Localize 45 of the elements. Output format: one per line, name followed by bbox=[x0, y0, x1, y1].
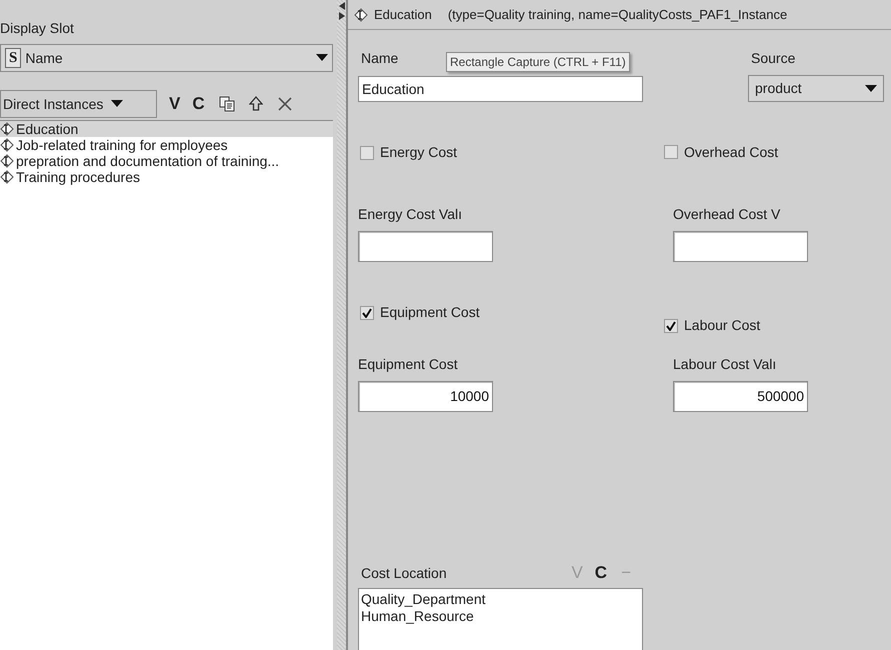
checkbox-label: Equipment Cost bbox=[380, 303, 480, 322]
instances-dropdown[interactable]: Direct Instances bbox=[0, 90, 157, 118]
name-field[interactable]: Education bbox=[358, 76, 643, 102]
checkbox[interactable] bbox=[360, 146, 374, 160]
instance-details: (type=Quality training, name=QualityCosts_PAF1_Instance bbox=[448, 6, 788, 24]
list-item[interactable]: Human_Resource bbox=[361, 608, 640, 625]
instance-icon bbox=[0, 154, 14, 168]
instance-icon bbox=[354, 8, 368, 22]
input-field[interactable]: 500000 bbox=[673, 381, 808, 412]
source-dropdown[interactable]: product bbox=[748, 75, 884, 102]
slot-value: Name bbox=[25, 48, 64, 68]
field-label: Cost Location bbox=[360, 564, 448, 582]
slot-dropdown[interactable]: S Name bbox=[0, 44, 333, 72]
tooltip: Rectangle Capture (CTRL + F11) bbox=[446, 52, 630, 72]
checkbox-label: Energy Cost bbox=[380, 143, 458, 162]
caret-icon bbox=[316, 54, 328, 62]
instance-title: Education bbox=[374, 6, 432, 24]
field-label: Source bbox=[750, 49, 796, 68]
create-button[interactable]: C bbox=[594, 560, 608, 586]
view-button[interactable]: V bbox=[169, 91, 180, 117]
delete-icon[interactable] bbox=[276, 96, 293, 112]
field-label: Name bbox=[361, 49, 398, 68]
field-label: Energy Cost Valı bbox=[358, 205, 464, 224]
caret-icon bbox=[111, 100, 124, 108]
create-button[interactable]: C bbox=[192, 91, 205, 117]
checkbox[interactable] bbox=[360, 306, 374, 320]
instance-icon bbox=[0, 138, 14, 152]
field-label: Equipment Cost bbox=[358, 355, 459, 374]
collapse-arrows-icon[interactable] bbox=[338, 2, 344, 20]
field-label: Labour Cost Valı bbox=[673, 355, 778, 374]
instance-item[interactable]: Education bbox=[0, 121, 333, 137]
field-label: Overhead Cost V bbox=[673, 205, 782, 224]
up-arrow-icon[interactable] bbox=[248, 96, 263, 112]
checkbox[interactable] bbox=[664, 318, 678, 332]
slot-badge: S bbox=[5, 48, 22, 68]
panel-label: Display Slot bbox=[0, 19, 75, 38]
input-field[interactable]: 10000 bbox=[358, 381, 493, 412]
copy-icon[interactable] bbox=[218, 96, 235, 112]
input-field[interactable] bbox=[673, 231, 808, 262]
caret-icon bbox=[865, 84, 877, 92]
input-field[interactable] bbox=[358, 231, 493, 262]
list-item[interactable]: Quality_Department bbox=[361, 591, 640, 608]
checkbox-label: Overhead Cost bbox=[684, 142, 778, 162]
checkbox[interactable] bbox=[664, 145, 678, 159]
checkbox-label: Labour Cost bbox=[684, 316, 760, 335]
